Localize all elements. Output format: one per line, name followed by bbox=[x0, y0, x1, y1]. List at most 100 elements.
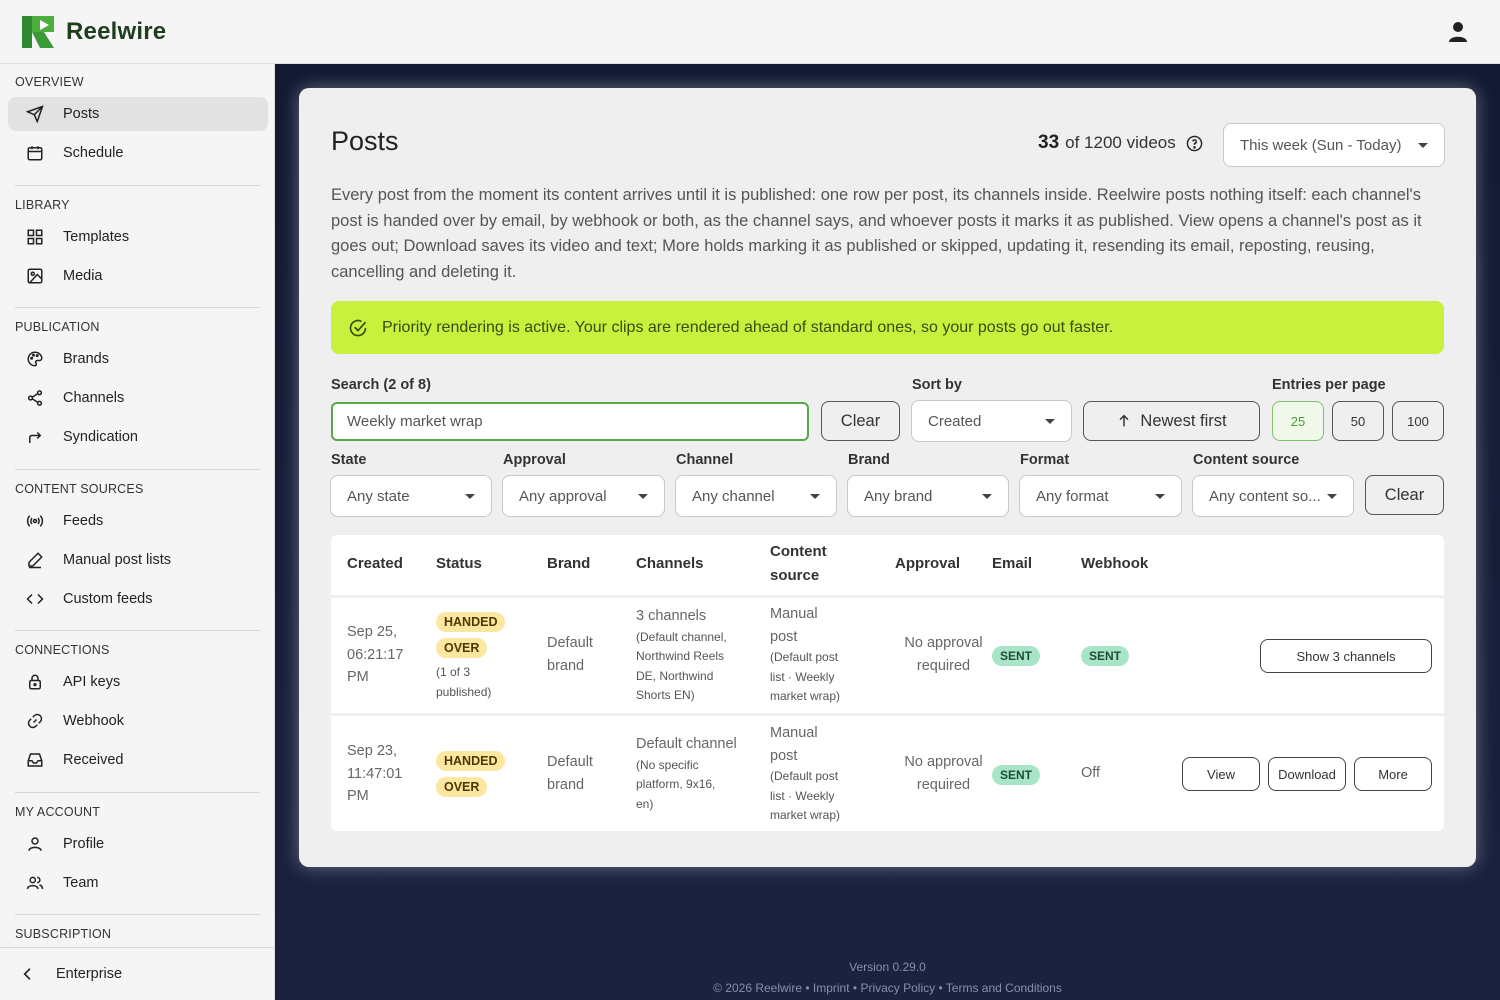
state-select-value: Any state bbox=[347, 487, 410, 505]
clear-filters-button[interactable]: Clear bbox=[1365, 475, 1444, 515]
sidebar-item-team[interactable]: Team bbox=[8, 866, 268, 900]
help-icon[interactable] bbox=[1186, 135, 1203, 152]
section-title-overview: OVERVIEW bbox=[15, 75, 84, 89]
column-header-content-source: Content source bbox=[770, 540, 827, 588]
arrow-up-icon bbox=[1119, 414, 1129, 427]
check-circle-icon bbox=[349, 319, 367, 336]
sidebar-item-label: Webhook bbox=[63, 713, 124, 729]
sort-select[interactable]: Created bbox=[911, 400, 1072, 442]
sidebar-item-media[interactable]: Media bbox=[8, 259, 268, 293]
reelwire-logo-icon bbox=[22, 16, 54, 48]
footer-links: © 2026 Reelwire • Imprint • Privacy Poli… bbox=[713, 981, 1062, 995]
download-button[interactable]: Download bbox=[1268, 757, 1346, 791]
main-area: Posts 33 of 1200 videos This week (Sun -… bbox=[275, 64, 1500, 1000]
section-title-subscription: SUBSCRIPTION bbox=[15, 927, 112, 941]
created-cell: Sep 25, 06:21:17 PM bbox=[347, 621, 403, 689]
sidebar-item-syndication[interactable]: Syndication bbox=[8, 420, 268, 454]
footer-link-terms[interactable]: Terms and Conditions bbox=[946, 981, 1062, 995]
created-ampm: PM bbox=[347, 669, 369, 685]
webhook-status: Off bbox=[1081, 765, 1101, 781]
status-cell: HANDED OVER (1 of 3 published) bbox=[436, 611, 506, 702]
content-source-type: post bbox=[770, 747, 798, 764]
content-source-type: post bbox=[770, 628, 798, 645]
channels-note: DE, Northwind bbox=[636, 668, 714, 683]
sidebar-item-manual-post-lists[interactable]: Manual post lists bbox=[8, 543, 268, 577]
brand-select-value: Any brand bbox=[864, 487, 933, 505]
top-bar: Reelwire bbox=[0, 0, 1500, 64]
entries-50-button[interactable]: 50 bbox=[1332, 401, 1384, 441]
lock-icon bbox=[29, 674, 41, 690]
column-header-status: Status bbox=[436, 555, 482, 572]
brand-select[interactable]: Any brand bbox=[847, 475, 1009, 517]
more-button[interactable]: More bbox=[1354, 757, 1432, 791]
divider bbox=[15, 469, 260, 470]
clear-search-button[interactable]: Clear bbox=[821, 401, 900, 441]
content-source-type: Manual bbox=[770, 606, 818, 622]
sidebar-item-webhook[interactable]: Webhook bbox=[8, 704, 268, 738]
section-title-connections: CONNECTIONS bbox=[15, 643, 110, 657]
sidebar-item-label: Syndication bbox=[63, 429, 138, 445]
posts-card: Posts 33 of 1200 videos This week (Sun -… bbox=[299, 88, 1476, 867]
entries-25-button[interactable]: 25 bbox=[1272, 401, 1324, 441]
user-account-icon[interactable] bbox=[1446, 20, 1470, 44]
column-header-created: Created bbox=[347, 555, 403, 572]
channels-summary: 3 channels bbox=[636, 608, 707, 624]
subscription-plan-label: Enterprise bbox=[56, 966, 123, 982]
footer-link-privacy[interactable]: Privacy Policy bbox=[860, 981, 935, 995]
approval-cell: No approval required bbox=[881, 751, 1006, 796]
sidebar-item-feeds[interactable]: Feeds bbox=[8, 504, 268, 538]
show-channels-button[interactable]: Show 3 channels bbox=[1260, 639, 1432, 673]
row-divider bbox=[331, 713, 1444, 716]
period-select[interactable]: This week (Sun - Today) bbox=[1223, 123, 1445, 167]
calendar-icon bbox=[27, 146, 43, 161]
sidebar-item-label: Received bbox=[63, 752, 124, 768]
entries-label: Entries per page bbox=[1272, 377, 1386, 393]
sidebar-item-schedule[interactable]: Schedule bbox=[8, 136, 268, 170]
sidebar-item-channels[interactable]: Channels bbox=[8, 381, 268, 415]
sidebar-item-posts[interactable]: Posts bbox=[8, 97, 268, 131]
sidebar-item-label: Brands bbox=[63, 351, 109, 367]
entries-100-button[interactable]: 100 bbox=[1392, 401, 1444, 441]
sidebar-item-label: Profile bbox=[63, 836, 105, 852]
sidebar-item-label: Media bbox=[63, 268, 103, 284]
sidebar-item-profile[interactable]: Profile bbox=[8, 827, 268, 861]
sidebar-item-brands[interactable]: Brands bbox=[8, 342, 268, 376]
approval-status: required bbox=[916, 657, 971, 674]
format-select[interactable]: Any format bbox=[1019, 475, 1182, 517]
view-button[interactable]: View bbox=[1182, 757, 1260, 791]
state-select[interactable]: Any state bbox=[330, 475, 492, 517]
approval-select[interactable]: Any approval bbox=[502, 475, 665, 517]
sort-order-button[interactable]: Newest first bbox=[1083, 401, 1260, 441]
approval-status: required bbox=[916, 776, 971, 793]
email-status-badge: SENT bbox=[992, 646, 1041, 666]
footer-copyright: © 2026 Reelwire bbox=[713, 981, 803, 995]
channel-select-value: Any channel bbox=[692, 487, 775, 505]
sidebar-collapse-enterprise[interactable]: Enterprise bbox=[0, 947, 274, 1000]
footer-link-imprint[interactable]: Imprint bbox=[813, 981, 850, 995]
person-icon bbox=[28, 837, 42, 851]
divider bbox=[15, 630, 260, 631]
created-date: Sep 23, bbox=[347, 743, 397, 759]
sidebar-item-received[interactable]: Received bbox=[8, 743, 268, 777]
content-source-label: Content source bbox=[1193, 452, 1300, 468]
divider bbox=[15, 185, 260, 186]
pencil-icon bbox=[28, 552, 43, 569]
content-source-note: (Default post bbox=[770, 769, 839, 783]
broadcast-icon bbox=[26, 515, 44, 527]
sidebar-item-label: Templates bbox=[63, 229, 130, 245]
channels-cell: 3 channels (Default channel, Northwind R… bbox=[636, 605, 727, 706]
sidebar-item-api-keys[interactable]: API keys bbox=[8, 665, 268, 699]
app-logo[interactable]: Reelwire bbox=[22, 16, 166, 48]
code-icon bbox=[26, 593, 44, 605]
chevron-down-icon bbox=[810, 494, 820, 499]
app-version: Version 0.29.0 bbox=[849, 960, 926, 974]
priority-banner-text: Priority rendering is active. Your clips… bbox=[382, 318, 1114, 336]
sidebar-item-templates[interactable]: Templates bbox=[8, 220, 268, 254]
search-input[interactable]: Weekly market wrap bbox=[331, 402, 809, 441]
sort-label: Sort by bbox=[912, 377, 962, 393]
content-source-select[interactable]: Any content so... bbox=[1192, 475, 1354, 517]
sidebar: OVERVIEW Posts Schedule LIBRARY Template… bbox=[0, 64, 275, 1000]
sidebar-item-custom-feeds[interactable]: Custom feeds bbox=[8, 582, 268, 616]
channel-select[interactable]: Any channel bbox=[675, 475, 837, 517]
approval-status: No approval bbox=[904, 635, 983, 651]
